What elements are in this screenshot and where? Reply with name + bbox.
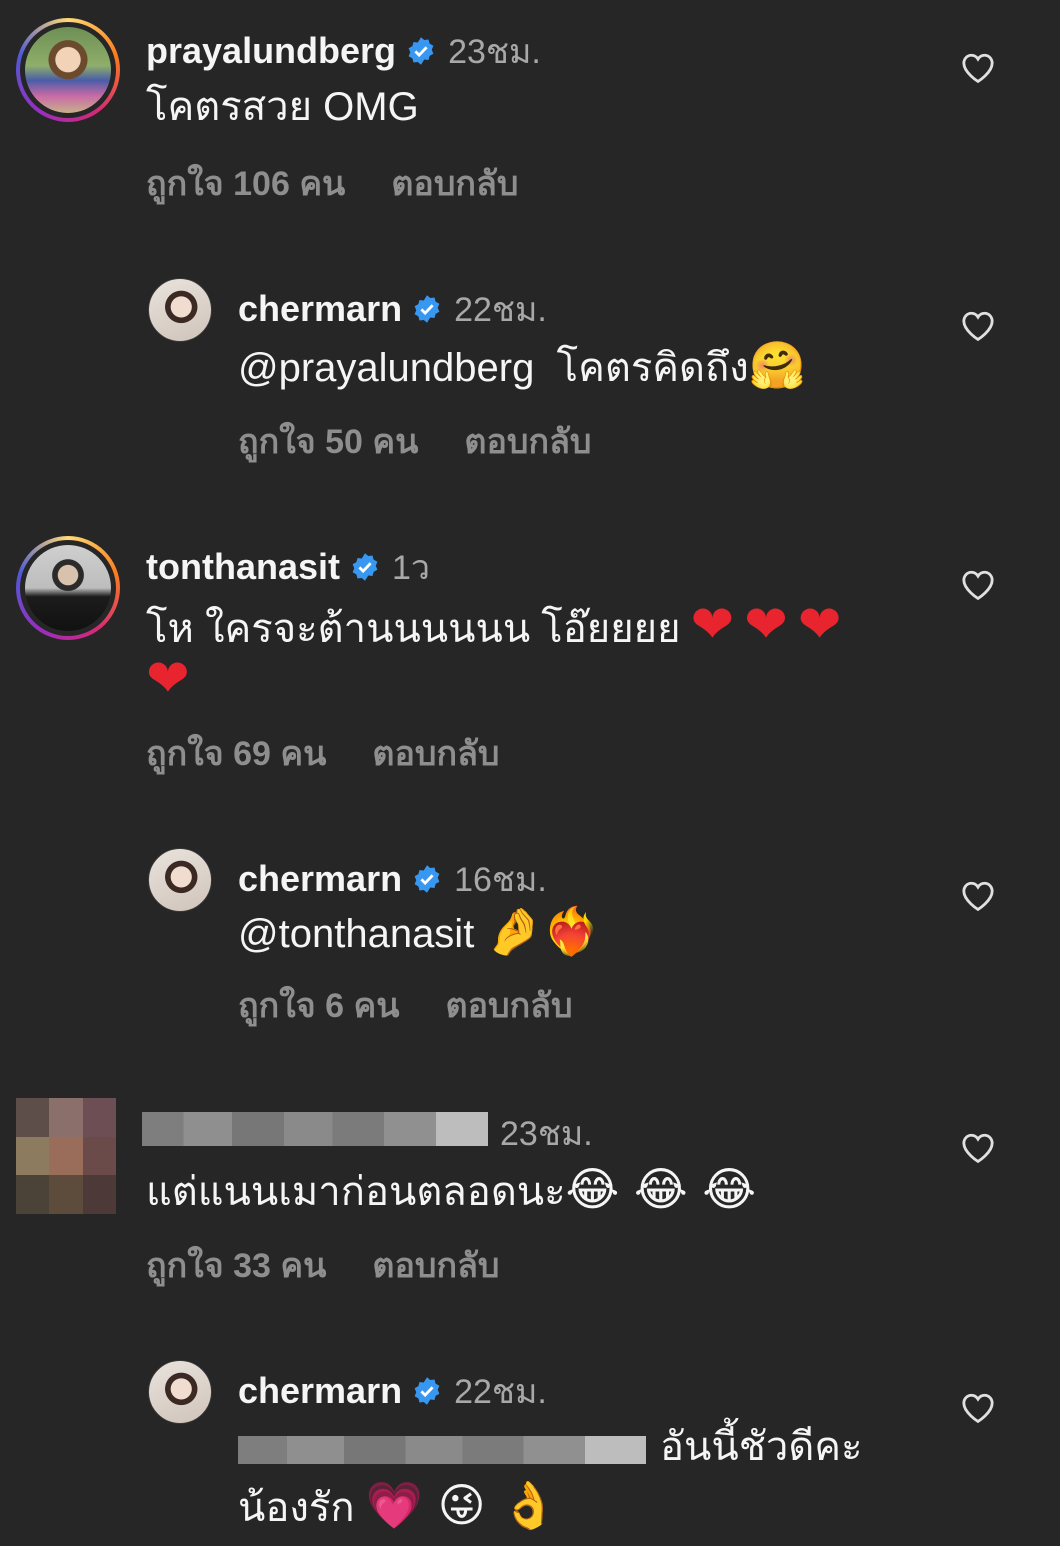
- like-count[interactable]: ถูกใจ 33 คน: [146, 1247, 326, 1285]
- comment-header: chermarn 22ชม.: [238, 1364, 547, 1418]
- heart-outline-icon[interactable]: [961, 310, 995, 342]
- verified-badge-icon: [352, 553, 378, 581]
- tears-of-joy-emoji: 😂 😂 😂: [565, 1162, 757, 1216]
- avatar-image: [25, 545, 111, 631]
- username[interactable]: tonthanasit: [146, 546, 340, 588]
- avatar-image: [25, 27, 111, 113]
- verified-badge-icon: [414, 1377, 440, 1405]
- comment-header: prayalundberg 23ชม.: [146, 24, 541, 78]
- comment-body: น้องรัก: [238, 1486, 355, 1530]
- comment-header: chermarn 16ชม.: [238, 852, 547, 906]
- username[interactable]: prayalundberg: [146, 30, 396, 72]
- comment-text: อันนี้ชัวดีคะ: [660, 1425, 863, 1469]
- like-count[interactable]: ถูกใจ 50 คน: [238, 423, 418, 461]
- reply-button[interactable]: ตอบกลับ: [391, 165, 518, 203]
- avatar[interactable]: [16, 536, 120, 640]
- mention-link[interactable]: @tonthanasit: [238, 912, 474, 956]
- comment-time: 16ชม.: [454, 861, 547, 899]
- comment-time: 22ชม.: [454, 1373, 547, 1411]
- like-count[interactable]: ถูกใจ 6 คน: [238, 987, 399, 1025]
- redacted-mention: [238, 1436, 646, 1464]
- comment-text: โคตรสวย OMG: [146, 85, 419, 129]
- comment-time: 22ชม.: [454, 291, 547, 329]
- red-heart-emoji: ❤: [797, 596, 842, 654]
- comment-time: 1ว: [392, 549, 431, 587]
- like-count[interactable]: ถูกใจ 69 คน: [146, 735, 326, 773]
- heart-outline-icon[interactable]: [961, 1132, 995, 1164]
- comment-meta: ถูกใจ 69 คน ตอบกลับ: [146, 726, 500, 780]
- red-heart-emoji: ❤: [690, 596, 735, 654]
- like-count[interactable]: ถูกใจ 106 คน: [146, 165, 345, 203]
- username[interactable]: chermarn: [238, 288, 402, 330]
- avatar[interactable]: [148, 1360, 212, 1424]
- verified-badge-icon: [414, 865, 440, 893]
- comment-text: แต่แนนเมาก่อนตลอดนะ😂 😂 😂: [146, 1160, 756, 1221]
- comment-time: 23ชม.: [448, 33, 541, 71]
- heart-outline-icon[interactable]: [961, 569, 995, 601]
- comment-text-line2: ❤: [146, 650, 190, 712]
- username[interactable]: chermarn: [238, 858, 402, 900]
- comment-body: แต่แนนเมาก่อนตลอดนะ: [146, 1170, 566, 1214]
- avatar-image: [148, 848, 212, 912]
- redacted-username: [142, 1112, 488, 1146]
- comment-meta: ถูกใจ 6 คน ตอบกลับ: [238, 978, 573, 1032]
- avatar[interactable]: [148, 848, 212, 912]
- avatar-image: [148, 1360, 212, 1424]
- red-heart-emoji: ❤: [744, 596, 788, 654]
- comment-time: 23ชม.: [500, 1115, 593, 1153]
- red-heart-emoji: ❤: [146, 650, 190, 708]
- comment-meta: ถูกใจ 50 คน ตอบกลับ: [238, 414, 592, 468]
- reply-button[interactable]: ตอบกลับ: [372, 735, 499, 773]
- avatar-pixelated[interactable]: [16, 1098, 116, 1214]
- reply-button[interactable]: ตอบกลับ: [445, 987, 572, 1025]
- comment-header: 23ชม.: [500, 1106, 593, 1160]
- comment-meta: ถูกใจ 106 คน ตอบกลับ: [146, 156, 518, 210]
- verified-badge-icon: [414, 295, 440, 323]
- comment-text: @prayalundberg โคตรคิดถึง🤗: [238, 336, 806, 397]
- comment-text: @tonthanasit 🤌❤️‍🔥: [238, 902, 600, 963]
- comment-header: tonthanasit 1ว: [146, 540, 430, 594]
- heart-outline-icon[interactable]: [961, 1392, 995, 1424]
- comment-header: chermarn 22ชม.: [238, 282, 547, 336]
- hugging-face-emoji: 🤗: [748, 338, 807, 392]
- avatar-image: [148, 278, 212, 342]
- reply-button[interactable]: ตอบกลับ: [464, 423, 591, 461]
- avatar[interactable]: [16, 18, 120, 122]
- verified-badge-icon: [408, 37, 434, 65]
- heart-wink-ok-emoji: 💗 😜 👌: [365, 1478, 558, 1532]
- reply-button[interactable]: ตอบกลับ: [372, 1247, 499, 1285]
- comment-text-line2: น้องรัก 💗 😜 👌: [238, 1476, 557, 1537]
- avatar[interactable]: [148, 278, 212, 342]
- comment-meta: ถูกใจ 33 คน ตอบกลับ: [146, 1238, 500, 1292]
- comment-body: โคตรคิดถึง: [556, 346, 749, 390]
- mention-link[interactable]: @prayalundberg: [238, 346, 534, 390]
- comment-body: โห ใครจะต้านนนนนน โอ๊ยยยย: [146, 607, 681, 651]
- heart-outline-icon[interactable]: [961, 52, 995, 84]
- username[interactable]: chermarn: [238, 1370, 402, 1412]
- pinching-hand-burning-heart-emoji: 🤌❤️‍🔥: [485, 904, 600, 958]
- comment-text: โห ใครจะต้านนนนนน โอ๊ยยยย ❤ ❤ ❤: [146, 596, 841, 658]
- heart-outline-icon[interactable]: [961, 880, 995, 912]
